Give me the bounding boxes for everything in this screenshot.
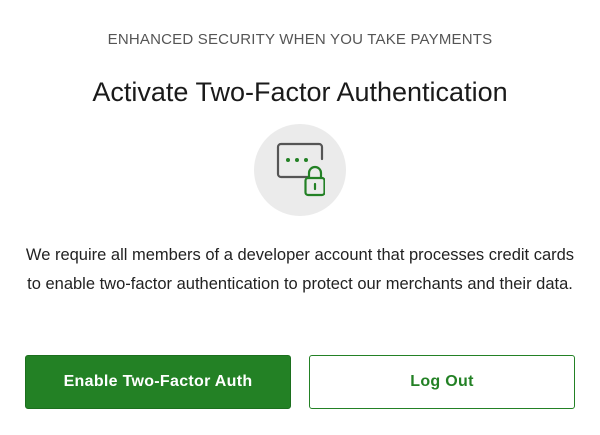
- dialog-eyebrow: ENHANCED SECURITY WHEN YOU TAKE PAYMENTS: [107, 31, 493, 48]
- password-lock-icon: [276, 142, 325, 197]
- icon-circle: [254, 124, 346, 216]
- dialog-description: We require all members of a developer ac…: [25, 246, 575, 293]
- dialog-actions: Enable Two-Factor Auth Log Out: [25, 355, 575, 409]
- two-factor-dialog: ENHANCED SECURITY WHEN YOU TAKE PAYMENTS…: [0, 0, 600, 435]
- enable-two-factor-button[interactable]: Enable Two-Factor Auth: [25, 355, 291, 409]
- log-out-button[interactable]: Log Out: [309, 355, 575, 409]
- dialog-title: Activate Two-Factor Authentication: [92, 77, 508, 107]
